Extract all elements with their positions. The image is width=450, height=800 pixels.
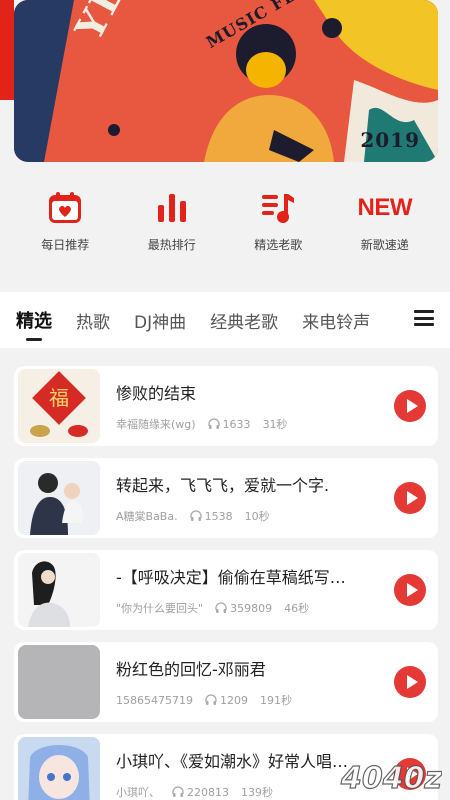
song-author: "你为什么要回头": [116, 602, 204, 615]
quick-new-songs[interactable]: NEW 新歌速递: [335, 188, 435, 260]
quick-label: 最热排行: [147, 238, 196, 252]
tab-featured[interactable]: 精选: [16, 307, 52, 341]
music-list-icon: [260, 188, 296, 228]
song-title: 转起来，飞飞飞，爱就一个字.: [116, 476, 330, 495]
song-author: A糖棠BaBa.: [116, 510, 178, 523]
menu-icon[interactable]: [414, 310, 434, 326]
song-author: 15865475719: [116, 693, 193, 707]
song-duration: 139秒: [241, 786, 273, 799]
headphones-icon: [207, 418, 220, 429]
list-item[interactable]: 粉红色的回忆-邓丽君 15865475719 1209 191秒: [14, 642, 438, 722]
quick-label: 精选老歌: [254, 238, 303, 252]
play-count: 1209: [219, 693, 248, 707]
tab-ringtones[interactable]: 来电铃声: [302, 308, 370, 333]
play-button[interactable]: [394, 482, 426, 514]
quick-classic-songs[interactable]: 精选老歌: [228, 188, 328, 260]
quick-hot-ranking[interactable]: 最热排行: [122, 188, 222, 260]
song-duration: 191秒: [259, 694, 292, 707]
quick-daily-recommend[interactable]: 每日推荐: [15, 188, 115, 260]
quick-label: 新歌速递: [360, 238, 409, 252]
tab-hot-songs[interactable]: 热歌: [76, 308, 110, 333]
headphones-icon: [172, 786, 184, 797]
song-cover: [18, 461, 100, 535]
new-badge-icon: NEW: [357, 194, 413, 221]
song-title: 粉红色的回忆-邓丽君: [116, 660, 266, 679]
watermark-logo: 4040z: [339, 760, 442, 796]
category-tabs: 精选 热歌 DJ神曲 经典老歌 来电铃声: [0, 292, 450, 348]
song-cover: [18, 737, 100, 800]
quick-label: 每日推荐: [41, 238, 90, 252]
play-count: 220813: [187, 785, 229, 799]
tab-classic[interactable]: 经典老歌: [210, 308, 278, 333]
headphones-icon: [205, 694, 217, 705]
list-item[interactable]: -【呼吸决定】偷偷在草稿纸写… "你为什么要回头" 359809 46秒: [14, 550, 438, 630]
play-count: 1538: [204, 509, 233, 523]
song-cover: [18, 645, 100, 719]
list-item[interactable]: 福 惨败的结束 幸福随缘来(wg) 1633 31秒: [14, 366, 438, 446]
headphones-icon: [215, 602, 227, 613]
play-count: 1633: [222, 417, 251, 431]
play-button[interactable]: [394, 574, 426, 606]
song-author: 小琪吖、: [116, 786, 160, 799]
tab-dj[interactable]: DJ神曲: [134, 308, 186, 333]
quick-menu: 每日推荐 最热排行 精选老歌 NEW 新歌速递: [0, 188, 450, 260]
banner-left-accent: [0, 0, 14, 100]
song-duration: 10秒: [244, 510, 270, 523]
song-title: -【呼吸决定】偷偷在草稿纸写…: [116, 568, 346, 587]
list-item[interactable]: 转起来，飞飞飞，爱就一个字. A糖棠BaBa. 1538 10秒: [14, 458, 438, 538]
song-duration: 31秒: [262, 418, 288, 431]
play-button[interactable]: [394, 390, 426, 422]
watermark-text: 4040z: [340, 761, 442, 796]
banner-year: 2019: [360, 128, 420, 152]
song-list: 福 惨败的结束 幸福随缘来(wg) 1633 31秒 转起来，飞飞飞，爱就一个字…: [14, 366, 438, 800]
headphones-icon: [189, 510, 202, 521]
play-count: 359809: [230, 601, 273, 615]
song-duration: 46秒: [284, 602, 310, 615]
bar-chart-icon: [155, 188, 189, 228]
song-title: 惨败的结束: [116, 384, 197, 403]
featured-banner[interactable]: YEAH MUSIC FES 2019: [14, 0, 438, 162]
song-cover: [18, 553, 100, 627]
calendar-heart-icon: [47, 188, 83, 228]
song-author: 幸福随缘来(wg): [116, 418, 196, 431]
play-button[interactable]: [394, 666, 426, 698]
svg-text:福: 福: [49, 386, 69, 410]
song-cover: 福: [18, 369, 100, 443]
